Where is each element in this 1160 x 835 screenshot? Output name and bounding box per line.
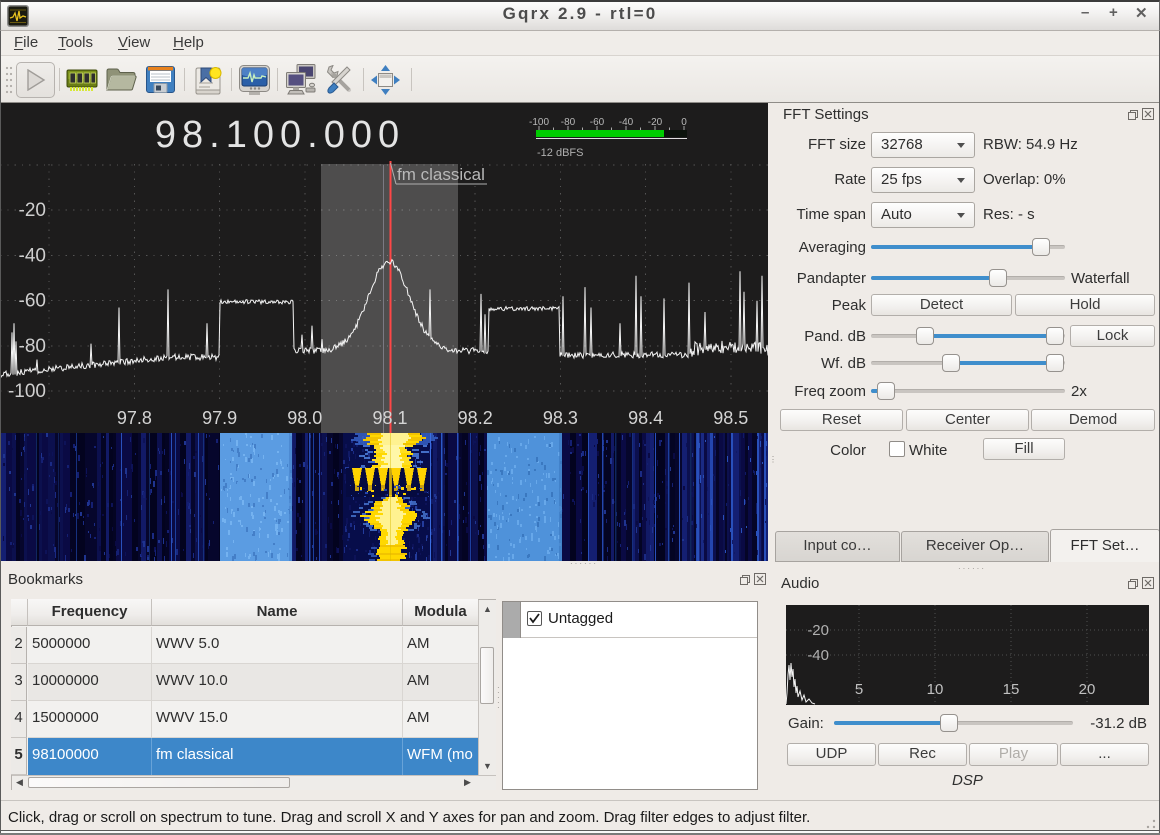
svg-text:-12 dBFS: -12 dBFS xyxy=(537,147,583,159)
svg-text:97.8: 97.8 xyxy=(117,408,152,428)
svg-text:98.2: 98.2 xyxy=(458,408,493,428)
svg-text:-80: -80 xyxy=(19,336,46,357)
svg-text:98.1: 98.1 xyxy=(372,408,407,428)
svg-text:-60: -60 xyxy=(19,291,46,312)
svg-text:98.100.000: 98.100.000 xyxy=(155,114,405,156)
svg-text:-20: -20 xyxy=(807,622,829,639)
svg-text:5: 5 xyxy=(855,681,863,698)
svg-text:98.4: 98.4 xyxy=(628,408,663,428)
svg-text:-100: -100 xyxy=(8,381,46,402)
svg-text:10: 10 xyxy=(927,681,944,698)
svg-text:98.3: 98.3 xyxy=(543,408,578,428)
svg-text:-40: -40 xyxy=(807,647,829,664)
svg-text:fm classical: fm classical xyxy=(397,165,485,184)
svg-text:-40: -40 xyxy=(19,245,46,266)
svg-text:-20: -20 xyxy=(19,200,46,221)
svg-text:98.5: 98.5 xyxy=(713,408,748,428)
svg-text:15: 15 xyxy=(1003,681,1020,698)
svg-text:97.9: 97.9 xyxy=(202,408,237,428)
svg-text:98.0: 98.0 xyxy=(287,408,322,428)
svg-text:20: 20 xyxy=(1079,681,1096,698)
